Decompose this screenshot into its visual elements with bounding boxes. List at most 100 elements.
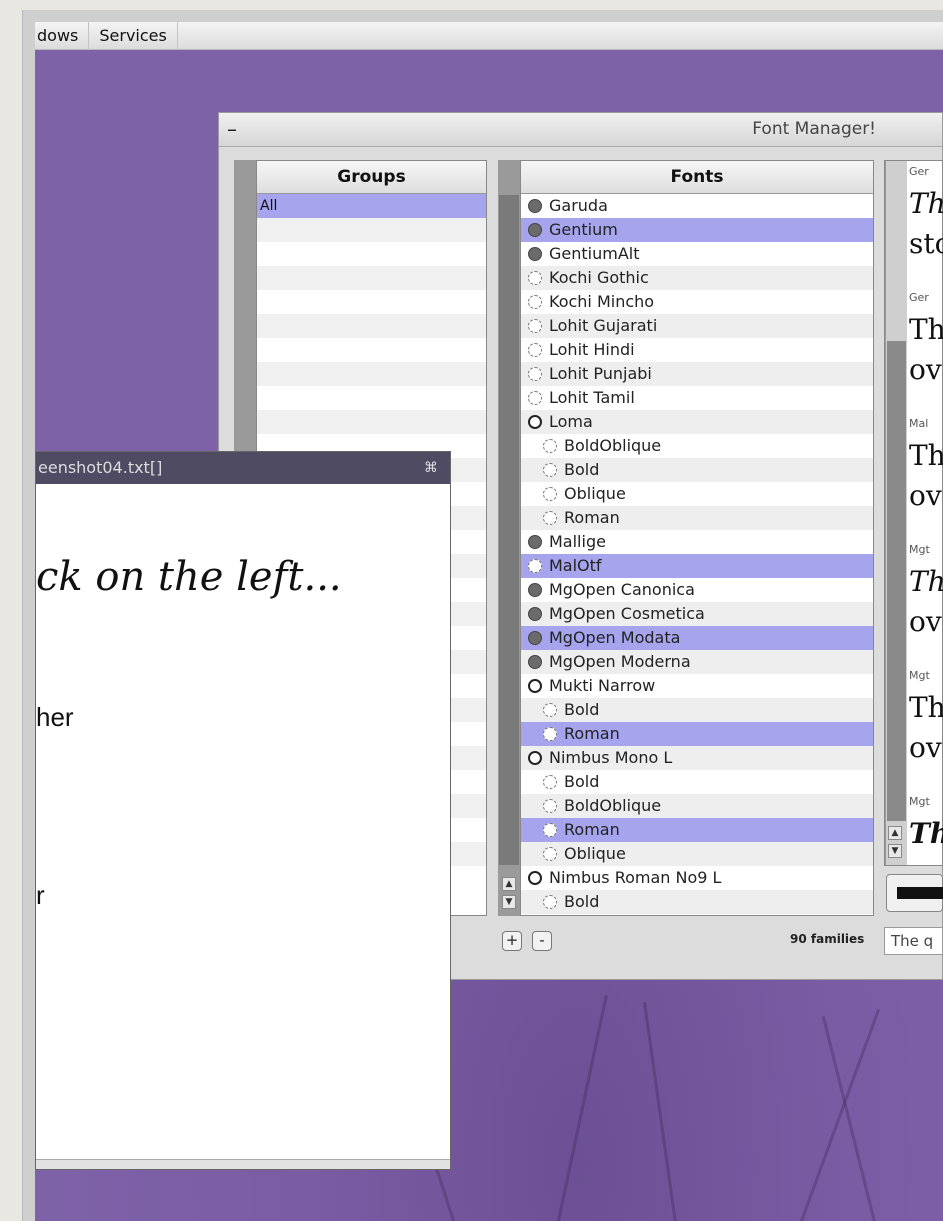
- font-list-item[interactable]: MgOpen Modata: [521, 626, 873, 650]
- preview-sample-line: Th: [909, 691, 943, 724]
- font-list-item[interactable]: Lohit Gujarati: [521, 314, 873, 338]
- font-list-item-label: Loma: [549, 412, 593, 431]
- font-list-item[interactable]: MgOpen Canonica: [521, 578, 873, 602]
- remove-font-button[interactable]: -: [532, 931, 552, 951]
- font-style-icon: [543, 511, 557, 525]
- font-list-item[interactable]: MgOpen Cosmetica: [521, 602, 873, 626]
- preview-sample-line: ov: [909, 353, 942, 386]
- preview-font-name: Mgt: [909, 669, 930, 682]
- font-list-item[interactable]: MgOpen Moderna: [521, 650, 873, 674]
- fonts-header[interactable]: Fonts: [521, 161, 873, 194]
- editor-line-1[interactable]: ck on the left...: [36, 554, 342, 600]
- font-list-item[interactable]: Mukti Narrow: [521, 674, 873, 698]
- font-list-item[interactable]: Bold: [521, 458, 873, 482]
- font-list-item[interactable]: Kochi Mincho: [521, 290, 873, 314]
- decor-streak: [821, 1016, 878, 1221]
- preview-scroll-down[interactable]: ▼: [888, 844, 902, 858]
- font-style-icon: [543, 775, 557, 789]
- font-list-item[interactable]: GentiumAlt: [521, 242, 873, 266]
- group-row-empty[interactable]: [257, 410, 486, 434]
- preview-font-name: Ger: [909, 165, 929, 178]
- font-list-item-label: Bold: [564, 460, 600, 479]
- decor-streak: [555, 994, 608, 1221]
- font-list-item-label: Bold: [564, 772, 600, 791]
- editor-title: eenshot04.txt[]: [38, 458, 163, 477]
- preview-sample-line: Th: [909, 439, 943, 472]
- font-list-item[interactable]: Nimbus Mono L: [521, 746, 873, 770]
- font-list-item[interactable]: Lohit Tamil: [521, 386, 873, 410]
- font-list-item[interactable]: Bold: [521, 698, 873, 722]
- font-style-icon: [543, 823, 557, 837]
- scroll-up-button[interactable]: ▲: [502, 877, 516, 891]
- preview-sample-line: Th: [909, 565, 943, 598]
- editor-line-2[interactable]: her: [36, 702, 74, 733]
- preview-scroll-thumb[interactable]: [887, 341, 906, 821]
- font-list-item-label: Bold: [564, 700, 600, 719]
- window-title: Font Manager!: [752, 119, 876, 139]
- editor-line-3[interactable]: r: [36, 880, 45, 911]
- font-list-item[interactable]: MalOtf: [521, 554, 873, 578]
- menu-windows[interactable]: dows: [35, 21, 90, 50]
- font-list-item-label: Roman: [564, 508, 620, 527]
- font-list-item-label: MgOpen Modata: [549, 628, 681, 647]
- color-picker-button[interactable]: [886, 874, 943, 912]
- preview-scrollbar[interactable]: [885, 161, 907, 865]
- font-list-item[interactable]: Lohit Hindi: [521, 338, 873, 362]
- font-list-item[interactable]: Nimbus Roman No9 L: [521, 866, 873, 890]
- font-list-item[interactable]: Garuda: [521, 194, 873, 218]
- menu-services[interactable]: Services: [89, 21, 178, 50]
- preview-scroll-up[interactable]: ▲: [888, 826, 902, 840]
- menubar: dows Services: [35, 21, 943, 50]
- font-style-icon: [543, 439, 557, 453]
- font-list-item[interactable]: Oblique: [521, 482, 873, 506]
- fonts-panel: Fonts Garuda Gentium GentiumAlt Kochi Gothi…: [520, 160, 874, 916]
- font-list-item-label: Lohit Tamil: [549, 388, 635, 407]
- font-list-item[interactable]: Mallige: [521, 530, 873, 554]
- group-row-empty[interactable]: [257, 314, 486, 338]
- sample-text-input[interactable]: The q: [884, 927, 943, 955]
- preview-font-name: Mgt: [909, 795, 930, 808]
- installed-font-icon: [528, 607, 542, 621]
- font-family-icon: [528, 679, 542, 693]
- editor-statusbar: [36, 1159, 450, 1169]
- group-row-empty[interactable]: [257, 362, 486, 386]
- group-row-empty[interactable]: [257, 338, 486, 362]
- group-row-empty[interactable]: [257, 290, 486, 314]
- font-list-item[interactable]: Oblique: [521, 842, 873, 866]
- font-list-item-label: GentiumAlt: [549, 244, 640, 263]
- preview-sample-line: ov: [909, 479, 942, 512]
- font-list-item-label: Lohit Gujarati: [549, 316, 658, 335]
- group-item-all[interactable]: All: [257, 194, 486, 218]
- font-list-item[interactable]: Roman: [521, 818, 873, 842]
- font-list-item[interactable]: Loma: [521, 410, 873, 434]
- font-list-item[interactable]: Gentium: [521, 218, 873, 242]
- families-count: 90 families: [790, 932, 865, 946]
- font-list-item[interactable]: Roman: [521, 506, 873, 530]
- close-icon[interactable]: ⌘: [424, 452, 438, 484]
- font-list-item[interactable]: BoldOblique: [521, 434, 873, 458]
- font-list-item[interactable]: Kochi Gothic: [521, 266, 873, 290]
- group-row-empty[interactable]: [257, 266, 486, 290]
- preview-panel: Ger Th sto Ger Th ov Mal Th ov Mgt Th ov Mgt Th ov Mgt T…: [884, 160, 943, 866]
- color-swatch: [897, 887, 943, 899]
- add-font-button[interactable]: +: [502, 931, 522, 951]
- font-list-item[interactable]: Lohit Punjabi: [521, 362, 873, 386]
- scroll-down-button[interactable]: ▼: [502, 895, 516, 909]
- font-manager-titlebar[interactable]: – Font Manager!: [219, 113, 942, 147]
- font-style-icon: [528, 319, 542, 333]
- group-row-empty[interactable]: [257, 218, 486, 242]
- group-row-empty[interactable]: [257, 386, 486, 410]
- group-row-empty[interactable]: [257, 242, 486, 266]
- font-list-item-label: MgOpen Cosmetica: [549, 604, 705, 623]
- editor-titlebar[interactable]: eenshot04.txt[] ⌘: [36, 452, 450, 484]
- font-style-icon: [543, 847, 557, 861]
- font-list-item[interactable]: Bold: [521, 770, 873, 794]
- font-family-icon: [528, 751, 542, 765]
- groups-header[interactable]: Groups: [257, 161, 486, 194]
- font-list-item[interactable]: Bold: [521, 890, 873, 914]
- minimize-button[interactable]: –: [227, 117, 237, 141]
- font-list-item-label: Bold: [564, 892, 600, 911]
- font-list-item[interactable]: Roman: [521, 722, 873, 746]
- fonts-scroll-thumb[interactable]: [499, 195, 519, 865]
- font-list-item[interactable]: BoldOblique: [521, 794, 873, 818]
